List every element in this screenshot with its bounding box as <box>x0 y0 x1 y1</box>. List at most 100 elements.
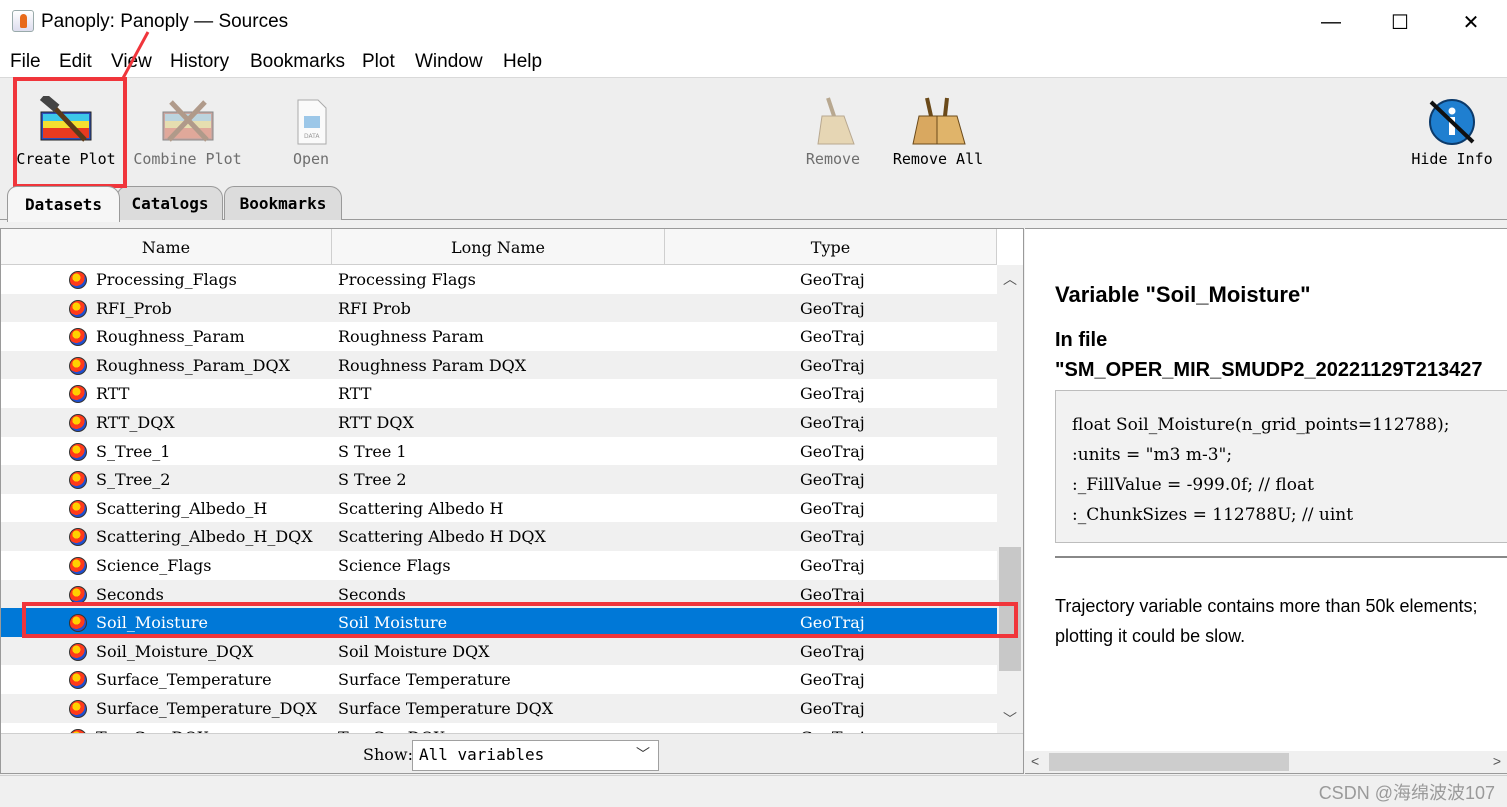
cell-name: RFI_Prob <box>96 298 172 318</box>
cell-name: Scattering_Albedo_H <box>96 498 268 518</box>
cell-long-name: Scattering Albedo H DQX <box>338 527 546 547</box>
cell-type: GeoTraj <box>800 384 865 404</box>
geo-variable-icon <box>69 528 87 547</box>
filter-bar: Show: All variables ﹀ <box>1 733 1023 773</box>
cell-long-name: Seconds <box>338 584 406 604</box>
cell-long-name: Roughness Param DQX <box>338 355 527 375</box>
table-header: Name Long Name Type <box>1 229 997 265</box>
remove-all-label: Remove All <box>892 150 984 168</box>
cell-long-name: Roughness Param <box>338 327 484 347</box>
menu-plot[interactable]: Plot <box>362 51 395 73</box>
cell-type: GeoTraj <box>800 498 865 518</box>
annotation-arrow <box>120 31 150 81</box>
cell-name: RTT_DQX <box>96 413 175 432</box>
cell-type: GeoTraj <box>800 699 865 718</box>
menu-history[interactable]: History <box>170 51 229 73</box>
cell-type: GeoTraj <box>800 441 865 461</box>
table-row[interactable]: Soil_Moisture_DQX Soil Moisture DQX GeoTra… <box>1 636 997 666</box>
geo-variable-icon <box>69 700 87 718</box>
table-row[interactable]: Scattering_Albedo_H Scattering Albedo H Ge… <box>1 493 997 523</box>
menu-edit[interactable]: Edit <box>59 51 92 73</box>
java-app-icon <box>12 10 34 32</box>
cell-name: Roughness_Param_DQX <box>96 355 291 375</box>
cell-long-name: Science Flags <box>338 556 451 575</box>
table-row[interactable]: S_Tree_2 S Tree 2 GeoTraj <box>1 465 997 494</box>
toolbar: Create Plot Combine Plot DATA Open Remov… <box>0 78 1507 182</box>
cell-type: GeoTraj <box>800 556 865 575</box>
table-row[interactable]: Surface_Temperature_DQX Surface Temperatu… <box>1 694 997 723</box>
menu-bar: File Edit View History Bookmarks Plot Wi… <box>0 44 1507 78</box>
scroll-up-icon[interactable]: ︿ <box>997 267 1023 291</box>
open-button[interactable]: DATA Open <box>280 78 342 178</box>
remove-button[interactable]: Remove <box>800 78 866 178</box>
code-line: :units = "m3 m-3"; <box>1072 445 1233 465</box>
svg-text:DATA: DATA <box>304 133 320 140</box>
tab-bookmarks[interactable]: Bookmarks <box>224 186 342 220</box>
vertical-scrollbar[interactable]: ︿ ﹀ <box>997 265 1023 733</box>
close-button[interactable]: ✕ <box>1448 6 1494 38</box>
cell-name: Scattering_Albedo_H_DQX <box>96 527 313 547</box>
geo-variable-icon <box>69 671 87 690</box>
menu-file[interactable]: File <box>10 51 41 73</box>
cell-name: Science_Flags <box>96 556 212 575</box>
watermark: CSDN @海绵波波107 <box>1318 783 1495 803</box>
cell-name: Roughness_Param <box>96 327 245 347</box>
cell-long-name: S Tree 1 <box>338 441 407 461</box>
table-row[interactable]: Roughness_Param Roughness Param GeoTraj <box>1 322 997 351</box>
table-row[interactable]: Roughness_Param_DQX Roughness Param DQX Ge… <box>1 350 997 380</box>
scroll-right-icon[interactable]: > <box>1493 753 1501 769</box>
cell-type: GeoTraj <box>800 584 865 604</box>
tab-catalogs[interactable]: Catalogs <box>117 186 223 220</box>
table-row[interactable]: Tau_Cur_DQXTau Cur DQXGeoTraj <box>1 722 997 733</box>
scroll-down-icon[interactable]: ﹀ <box>997 707 1023 731</box>
variable-code-box: float Soil_Moisture(n_grid_points=112788… <box>1055 390 1507 543</box>
annotation-box-create-plot <box>13 77 127 188</box>
brooms-icon <box>912 97 966 145</box>
combine-plot-button[interactable]: Combine Plot <box>130 78 245 178</box>
table-row[interactable]: Science_Flags Science Flags GeoTraj <box>1 551 997 580</box>
geo-variable-icon <box>69 585 87 604</box>
scrollbar-thumb[interactable] <box>1049 753 1289 771</box>
title-bar: Panoply: Panoply — Sources — ☐ ✕ <box>0 0 1507 44</box>
cell-type: GeoTraj <box>800 527 865 547</box>
code-line: float Soil_Moisture(n_grid_points=112788… <box>1072 415 1450 435</box>
table-row[interactable]: Processing_Flags Processing Flags GeoTraj <box>1 265 997 294</box>
column-header-type[interactable]: Type <box>665 229 997 265</box>
table-row[interactable]: RTT RTT GeoTraj <box>1 379 997 408</box>
in-file-label: In file <box>1055 329 1108 351</box>
menu-window[interactable]: Window <box>415 51 483 73</box>
cell-long-name: S Tree 2 <box>338 470 407 490</box>
show-label: Show: <box>363 745 413 764</box>
geo-variable-icon <box>69 642 87 661</box>
remove-all-button[interactable]: Remove All <box>888 78 988 178</box>
maximize-button[interactable]: ☐ <box>1377 6 1423 38</box>
cell-type: GeoTraj <box>800 641 865 661</box>
scroll-left-icon[interactable]: < <box>1031 753 1039 769</box>
geo-variable-icon <box>69 271 87 289</box>
show-select[interactable]: All variables ﹀ <box>412 740 659 771</box>
column-header-long-name[interactable]: Long Name <box>332 229 665 265</box>
geo-variable-icon <box>69 414 87 432</box>
menu-help[interactable]: Help <box>503 51 542 73</box>
cell-name: Surface_Temperature <box>96 670 272 690</box>
table-row[interactable]: RTT_DQX RTT DQX GeoTraj <box>1 408 997 437</box>
hide-info-button[interactable]: Hide Info <box>1405 78 1499 178</box>
menu-bookmarks[interactable]: Bookmarks <box>250 51 345 73</box>
column-header-name[interactable]: Name <box>1 229 332 265</box>
table-row[interactable]: S_Tree_1 S Tree 1 GeoTraj <box>1 436 997 466</box>
window-title: Panoply: Panoply — Sources <box>41 11 289 32</box>
minimize-button[interactable]: — <box>1308 6 1354 38</box>
table-row[interactable]: RFI_Prob RFI Prob GeoTraj <box>1 293 997 323</box>
table-body: Processing_Flags Processing Flags GeoTraj R… <box>1 265 997 733</box>
table-row[interactable]: Scattering_Albedo_H_DQX Scattering Albedo… <box>1 522 997 551</box>
cell-long-name: Soil Moisture DQX <box>338 641 490 661</box>
open-label: Open <box>292 150 330 168</box>
cell-long-name: RFI Prob <box>338 298 411 318</box>
cell-name: S_Tree_2 <box>96 470 171 490</box>
cell-type: GeoTraj <box>800 470 865 490</box>
horizontal-scrollbar[interactable]: < > <box>1025 751 1507 773</box>
geo-variable-icon <box>69 471 87 490</box>
geo-variable-icon <box>69 299 87 318</box>
tab-datasets[interactable]: Datasets <box>7 186 120 222</box>
table-row[interactable]: Surface_Temperature Surface Temperature Ge… <box>1 665 997 694</box>
